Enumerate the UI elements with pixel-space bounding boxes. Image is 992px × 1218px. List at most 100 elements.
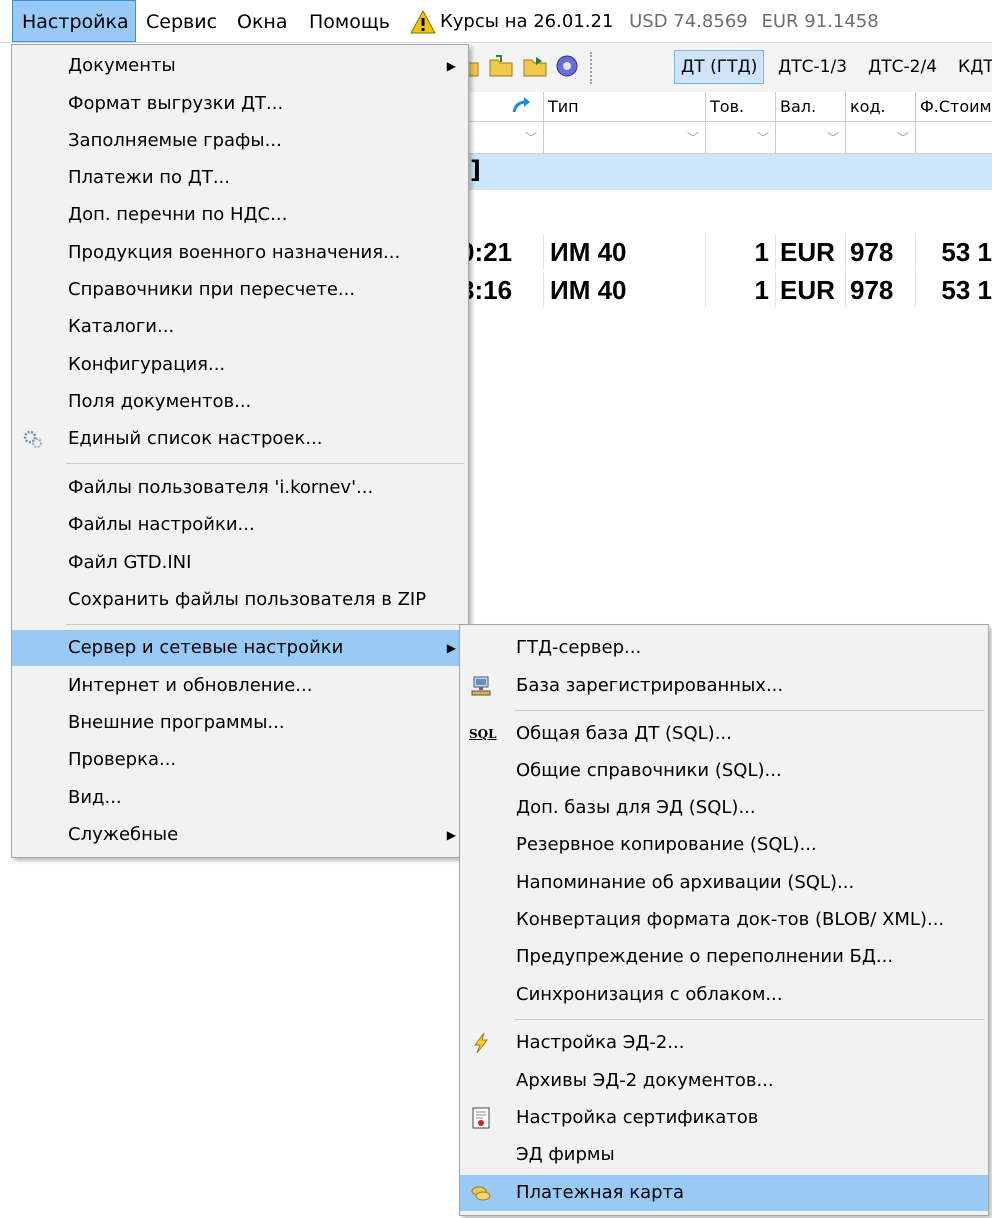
submenu-item-common-refs-sql[interactable]: Общие справочники (SQL)... [460, 753, 988, 789]
menu-item-view[interactable]: Вид... [12, 780, 468, 816]
menu-item-label: Справочники при пересчете... [68, 279, 356, 300]
filter-code[interactable]: ﹀ [846, 122, 916, 154]
menu-item-documents[interactable]: Документы ▶ [12, 48, 468, 84]
col-header-code[interactable]: код. [846, 92, 916, 122]
chevron-down-icon[interactable]: ﹀ [897, 129, 909, 146]
menu-item-fillable-fields[interactable]: Заполняемые графы... [12, 123, 468, 159]
cell-code: 978 [846, 272, 916, 308]
cell-type: ИМ 40 [544, 234, 706, 270]
coins-icon [471, 1186, 491, 1201]
menu-item-server-network[interactable]: Сервер и сетевые настройки ▶ [12, 630, 468, 666]
submenu-item-payment-card[interactable]: Платежная карта [460, 1175, 988, 1211]
menu-item-gtd-ini[interactable]: Файл GTD.INI [12, 545, 468, 581]
submenu-item-ed2-archives[interactable]: Архивы ЭД-2 документов... [460, 1063, 988, 1099]
selected-group-row[interactable]: ] [440, 154, 992, 190]
sql-icon: SQL [469, 727, 497, 741]
menu-item-document-fields[interactable]: Поля документов... [12, 384, 468, 420]
submenu-item-registered-db[interactable]: База зарегистрированных... [460, 668, 988, 704]
menu-separator [66, 624, 464, 625]
certificate-icon [472, 1107, 490, 1129]
menu-item-vat-lists[interactable]: Доп. перечни по НДС... [12, 197, 468, 233]
chevron-down-icon[interactable]: ﹀ [525, 129, 537, 146]
menu-item-external-programs[interactable]: Внешние программы... [12, 705, 468, 741]
cell-cost: 53 1 [941, 275, 992, 305]
menu-item-label: Настройка ЭД-2... [516, 1032, 685, 1053]
menu-item-label: Конвертация формата док-тов (BLOB/ XML).… [516, 909, 945, 930]
menu-item-settings-files[interactable]: Файлы настройки... [12, 507, 468, 543]
menu-item-label: База зарегистрированных... [516, 675, 784, 696]
chevron-down-icon[interactable]: ﹀ [687, 129, 699, 146]
menu-item-catalogs[interactable]: Каталоги... [12, 309, 468, 345]
submenu-arrow-icon: ▶ [446, 828, 456, 842]
submenu-item-db-overflow-warning[interactable]: Предупреждение о переполнении БД... [460, 939, 988, 975]
tab-dt-gtd[interactable]: ДТ (ГТД) [674, 50, 765, 84]
menu-item-internet-update[interactable]: Интернет и обновление... [12, 668, 468, 704]
submenu-item-archive-reminder[interactable]: Напоминание об архивации (SQL)... [460, 865, 988, 901]
cell-qty: 1 [706, 272, 776, 308]
submenu-item-backup-sql[interactable]: Резервное копирование (SQL)... [460, 827, 988, 863]
folder-open-icon[interactable] [488, 54, 514, 78]
cell-type: ИМ 40 [544, 272, 706, 308]
filter-qty[interactable]: ﹀ [706, 122, 776, 154]
menu-item-service[interactable]: Служебные ▶ [12, 817, 468, 853]
menu-bar: Настройка Сервис Окна Помощь Курсы на 26… [0, 0, 992, 43]
col-header-currency[interactable]: Вал. [776, 92, 846, 122]
menu-servis[interactable]: Сервис [146, 0, 217, 42]
col-header-cost[interactable]: Ф.Стоим [916, 92, 992, 122]
col-header-type[interactable]: Тип [544, 92, 706, 122]
disk-icon[interactable] [554, 54, 580, 78]
menu-item-label: Сервер и сетевые настройки [68, 637, 344, 658]
submenu-item-extra-db-ed[interactable]: Доп. базы для ЭД (SQL)... [460, 790, 988, 826]
chevron-down-icon[interactable]: ﹀ [827, 129, 839, 146]
menu-item-label: Доп. перечни по НДС... [68, 204, 288, 225]
menu-separator [66, 463, 464, 464]
sort-arrow-icon[interactable] [510, 96, 532, 118]
menu-item-recalc-references[interactable]: Справочники при пересчете... [12, 272, 468, 308]
menu-item-label: Файлы настройки... [68, 514, 255, 535]
menu-separator [514, 710, 984, 711]
submenu-item-ed-firms[interactable]: ЭД фирмы [460, 1137, 988, 1173]
menu-okna[interactable]: Окна [237, 0, 288, 42]
submenu-item-gtd-server[interactable]: ГТД-сервер... [460, 630, 988, 666]
menu-item-label: Доп. базы для ЭД (SQL)... [516, 797, 756, 818]
menu-item-military-products[interactable]: Продукция военного назначения... [12, 235, 468, 271]
cell-code: 978 [846, 234, 916, 270]
filter-cost[interactable] [916, 122, 992, 154]
submenu-item-certificates[interactable]: Настройка сертификатов [460, 1100, 988, 1136]
menu-item-save-zip[interactable]: Сохранить файлы пользователя в ZIP [12, 582, 468, 618]
menu-item-label: Интернет и обновление... [68, 675, 313, 696]
table-row[interactable]: 0:21 ИМ 40 1 EUR 978 53 1 [440, 234, 992, 270]
menu-separator [514, 1019, 984, 1020]
menu-item-label: Документы [68, 55, 176, 76]
submenu-item-ed2-settings[interactable]: Настройка ЭД-2... [460, 1025, 988, 1061]
menu-item-payments[interactable]: Платежи по ДТ... [12, 160, 468, 196]
submenu-arrow-icon: ▶ [446, 59, 456, 73]
filter-type[interactable]: ﹀ [544, 122, 706, 154]
col-header-qty[interactable]: Тов. [706, 92, 776, 122]
submenu-item-format-conversion[interactable]: Конвертация формата док-тов (BLOB/ XML).… [460, 902, 988, 938]
menu-item-configuration[interactable]: Конфигурация... [12, 347, 468, 383]
toolbar-separator [590, 52, 592, 84]
menu-item-label: Предупреждение о переполнении БД... [516, 946, 894, 967]
submenu-item-cloud-sync[interactable]: Синхронизация с облаком... [460, 977, 988, 1013]
tab-dts-2-4[interactable]: ДТС-2/4 [862, 50, 943, 84]
menu-pomosh[interactable]: Помощь [309, 0, 390, 42]
chevron-down-icon[interactable]: ﹀ [757, 129, 769, 146]
warning-icon[interactable] [410, 10, 436, 34]
menu-item-label: Общие справочники (SQL)... [516, 760, 782, 781]
menu-item-check[interactable]: Проверка... [12, 742, 468, 778]
table-row[interactable]: 3:16 ИМ 40 1 EUR 978 53 1 [440, 272, 992, 308]
tab-kdt[interactable]: КДТ [952, 50, 992, 84]
menu-item-label: Файлы пользователя 'i.kornev'... [68, 477, 374, 498]
tab-dts-1-3[interactable]: ДТС-1/3 [772, 50, 853, 84]
submenu-item-common-db-sql[interactable]: SQL Общая база ДТ (SQL)... [460, 716, 988, 752]
folder-export-icon[interactable] [522, 54, 548, 78]
menu-item-unified-settings[interactable]: Единый список настроек... [12, 421, 468, 457]
menu-item-export-format[interactable]: Формат выгрузки ДТ... [12, 86, 468, 122]
menu-item-label: Сохранить файлы пользователя в ZIP [68, 589, 427, 610]
menu-item-label: Вид... [68, 787, 122, 808]
menu-item-label: ГТД-сервер... [516, 637, 642, 658]
menu-nastroyka[interactable]: Настройка [12, 0, 136, 42]
menu-item-user-files[interactable]: Файлы пользователя 'i.kornev'... [12, 470, 468, 506]
filter-currency[interactable]: ﹀ [776, 122, 846, 154]
